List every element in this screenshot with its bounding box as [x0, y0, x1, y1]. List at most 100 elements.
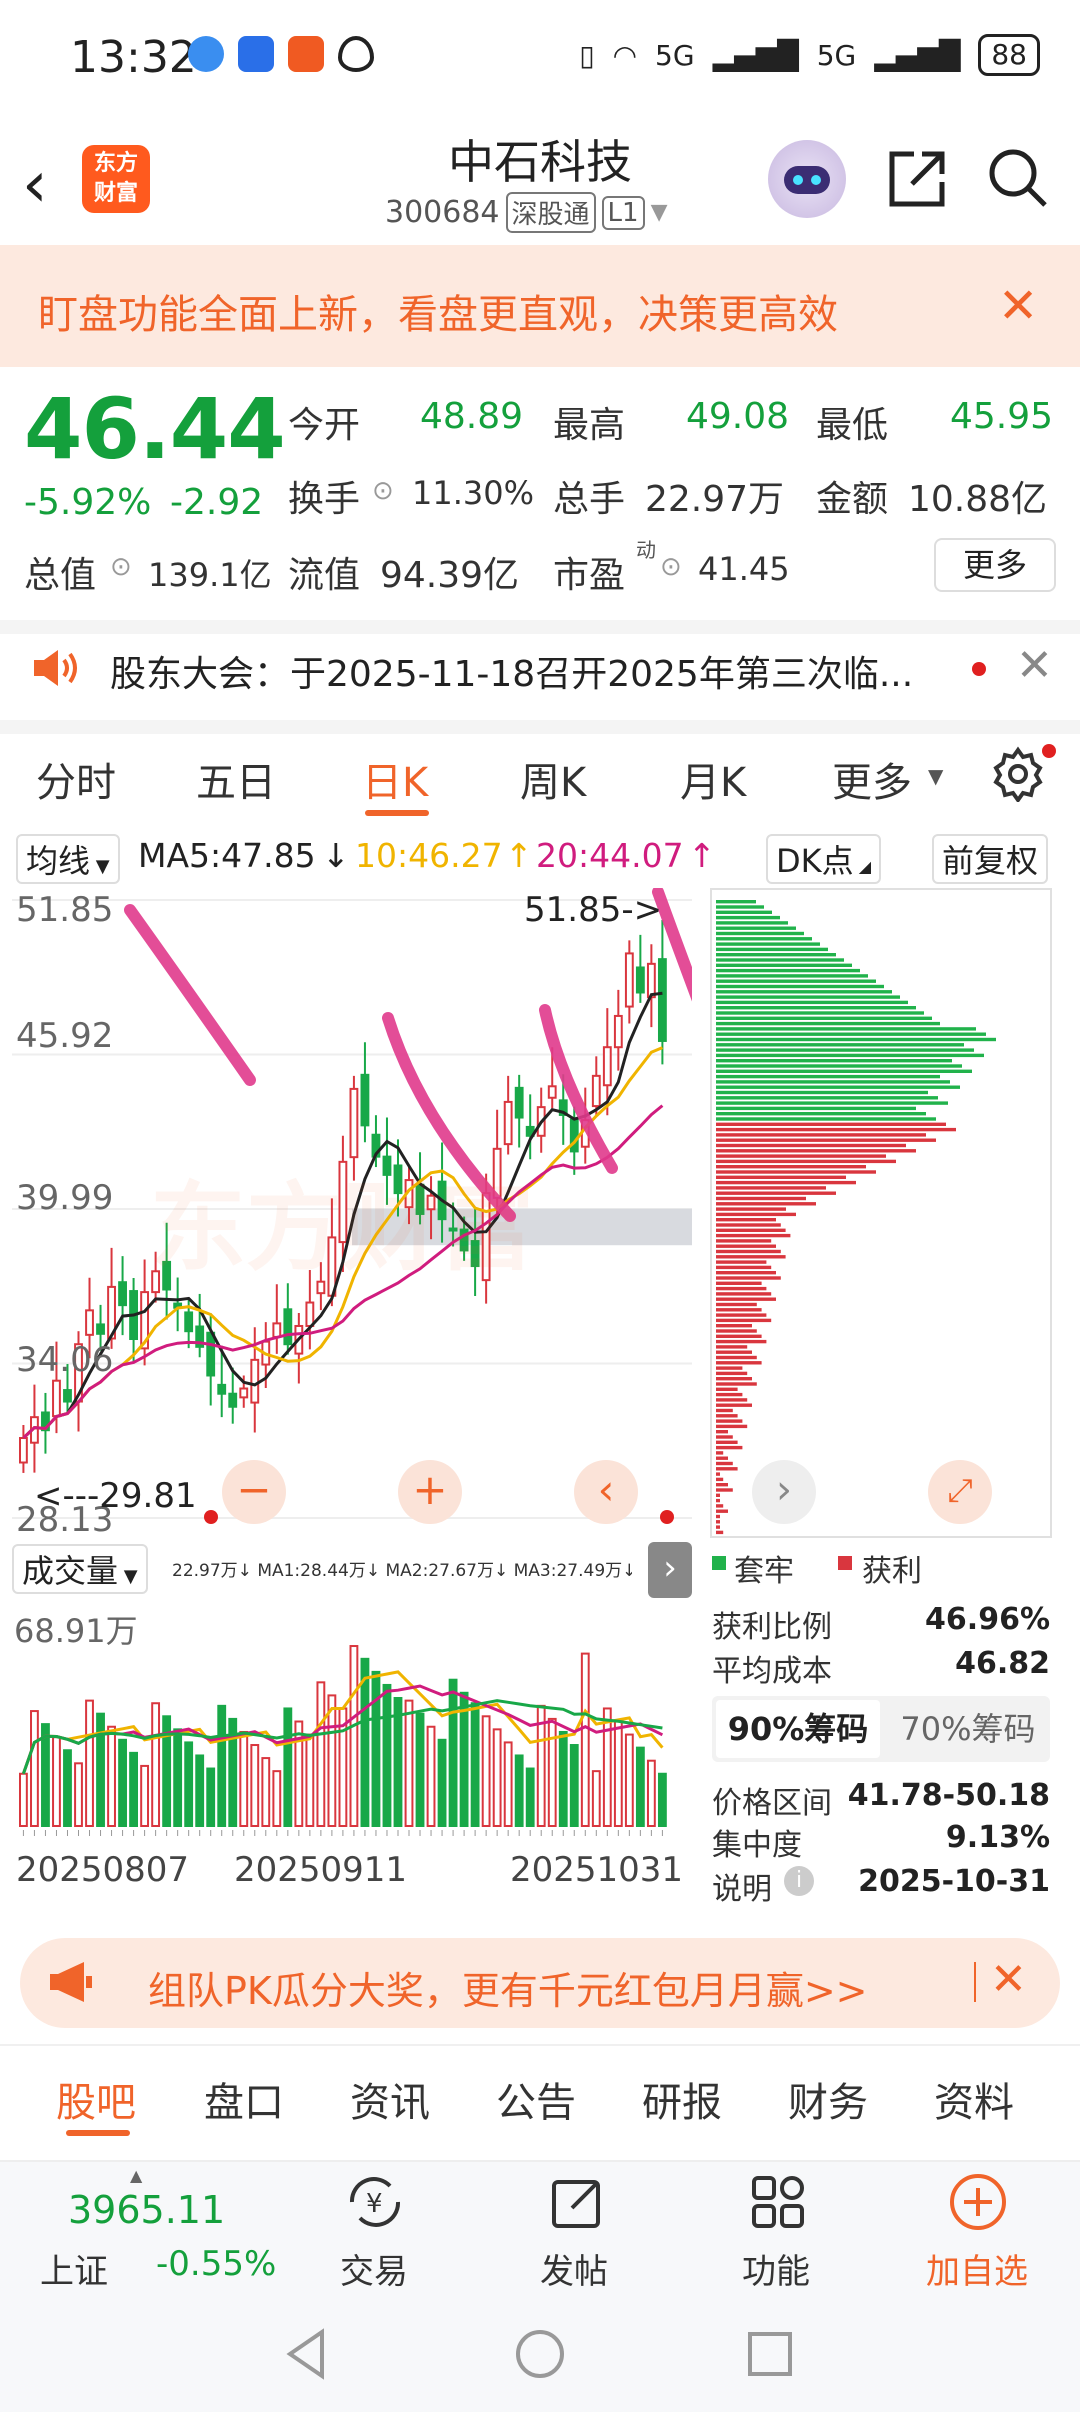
chip-bar: [716, 1032, 986, 1036]
low-marker: <---29.81: [34, 1476, 197, 1516]
add-circle-icon[interactable]: [948, 2172, 1008, 2236]
search-icon[interactable]: [986, 146, 1050, 214]
stock-code-row[interactable]: 300684 深股通 L1 ▼: [385, 192, 668, 233]
volume-bar: [558, 1730, 568, 1827]
zoom-out-button[interactable]: −: [222, 1460, 286, 1524]
post-icon[interactable]: [548, 2172, 608, 2236]
fullscreen-icon[interactable]: ⤢: [928, 1460, 992, 1524]
zoom-in-button[interactable]: +: [398, 1460, 462, 1524]
low-value: 45.95: [950, 396, 1054, 437]
volume-label: 总手: [553, 479, 626, 520]
promo-text[interactable]: 盯盘功能全面上新，看盘更直观，决策更高效: [38, 282, 838, 340]
chip-bar: [716, 942, 820, 946]
nav-function[interactable]: 功能: [742, 2244, 810, 2293]
trade-icon[interactable]: ¥: [340, 2172, 410, 2236]
tab-daily-k[interactable]: 日K: [362, 750, 428, 808]
legend-swatch-red: [838, 1556, 852, 1570]
chip-bar: [716, 1048, 974, 1052]
volume-bar: [239, 1730, 249, 1827]
tab-chip-90[interactable]: 90%筹码: [716, 1700, 880, 1758]
system-home-icon[interactable]: [514, 2328, 566, 2384]
chip-bar: [716, 1053, 984, 1058]
tab-intraday[interactable]: 分时: [36, 750, 116, 808]
tab-guba[interactable]: 股吧: [56, 2070, 136, 2128]
ma-selector[interactable]: 均线 ▼: [16, 834, 120, 884]
system-back-icon[interactable]: [282, 2326, 332, 2386]
y-tick-label: 51.85: [16, 890, 114, 930]
battery-icon: 88: [978, 34, 1040, 76]
ad-close-icon[interactable]: ✕: [990, 1954, 1027, 2005]
volume-selector[interactable]: 成交量 ▼: [12, 1544, 148, 1594]
chip-bar: [716, 1377, 752, 1381]
chip-bar: [716, 1027, 976, 1031]
chip-bar: [716, 1244, 776, 1248]
chip-bar: [716, 1345, 748, 1349]
volume-bar: [415, 1712, 425, 1827]
notice-text[interactable]: 股东大会：于2025-11-18召开2025年第三次临...: [110, 645, 913, 697]
promo-close-icon[interactable]: ✕: [998, 278, 1038, 334]
float-value: 94.39亿: [380, 555, 520, 596]
candle: [657, 958, 667, 1042]
volume-bar: [470, 1702, 480, 1827]
tab-chip-70[interactable]: 70%筹码: [888, 1700, 1048, 1758]
x-date-label: 20250911: [234, 1850, 408, 1890]
info-icon[interactable]: ⊙: [110, 552, 132, 582]
index-change[interactable]: -0.55%: [156, 2244, 276, 2284]
tab-monthly-k[interactable]: 月K: [680, 750, 746, 808]
chip-bar: [716, 905, 764, 909]
tab-announcement[interactable]: 公告: [496, 2070, 576, 2128]
notice-close-icon[interactable]: ✕: [1016, 640, 1053, 691]
chip-bar: [716, 1329, 757, 1333]
system-recents-icon[interactable]: [746, 2330, 794, 2382]
volume-bar: [613, 1720, 623, 1827]
expand-right-button[interactable]: ›: [752, 1460, 816, 1524]
arrow-up-icon: ↑: [505, 836, 533, 875]
dk-point-selector[interactable]: DK点 ◢: [766, 834, 882, 884]
adjust-selector[interactable]: 前复权: [932, 834, 1049, 884]
x-date-label: 20250807: [16, 1850, 190, 1890]
chip-bar: [716, 990, 892, 994]
tab-five-day[interactable]: 五日: [196, 750, 276, 808]
tab-weekly-k[interactable]: 周K: [520, 750, 586, 808]
volume-bar: [41, 1723, 50, 1827]
info-icon[interactable]: ⊙: [660, 552, 682, 582]
volume-bar: [635, 1746, 645, 1827]
low-label: 最低: [816, 405, 889, 446]
chip-bar: [716, 1191, 836, 1195]
share-icon[interactable]: [886, 148, 948, 214]
tab-research[interactable]: 研报: [642, 2070, 722, 2128]
nav-add-watchlist[interactable]: 加自选: [926, 2244, 1028, 2293]
watermark: 东方财富: [150, 1172, 534, 1284]
chip-bar: [716, 1011, 924, 1015]
candle: [63, 1389, 72, 1403]
index-name[interactable]: 上证: [40, 2244, 108, 2293]
chip-bar: [716, 1138, 936, 1142]
chip-bar: [716, 1514, 720, 1519]
legend-profit: 获利: [862, 1554, 922, 1589]
ad-text[interactable]: 组队PK瓜分大奖，更有千元红包月月赢>>: [148, 1960, 868, 2015]
ai-assistant-avatar[interactable]: [768, 140, 846, 218]
tab-finance[interactable]: 财务: [788, 2070, 868, 2128]
nav-post[interactable]: 发帖: [540, 2244, 608, 2293]
tab-more[interactable]: 更多: [832, 750, 912, 808]
y-tick-label: 39.99: [16, 1178, 114, 1218]
tab-pankou[interactable]: 盘口: [204, 2070, 284, 2128]
index-value[interactable]: 3965.11: [68, 2188, 225, 2232]
candle: [569, 1118, 579, 1153]
info-icon[interactable]: ⊙: [372, 476, 394, 506]
more-button[interactable]: 更多: [934, 538, 1056, 592]
settings-gear-icon[interactable]: [990, 746, 1046, 806]
tab-profile[interactable]: 资料: [934, 2070, 1014, 2128]
chip-distribution-panel[interactable]: [710, 888, 1052, 1538]
chip-bar: [716, 1006, 916, 1010]
chip-bar: [716, 1037, 996, 1042]
nav-trade[interactable]: 交易: [340, 2244, 408, 2293]
grid-icon[interactable]: [748, 2172, 808, 2236]
candle: [184, 1311, 194, 1333]
candle: [591, 1074, 601, 1108]
tab-news[interactable]: 资讯: [350, 2070, 430, 2128]
volume-bar: [206, 1767, 216, 1827]
info-icon[interactable]: i: [784, 1866, 814, 1896]
expand-indicator-button[interactable]: ›: [648, 1542, 692, 1598]
scroll-left-button[interactable]: ‹: [574, 1460, 638, 1524]
